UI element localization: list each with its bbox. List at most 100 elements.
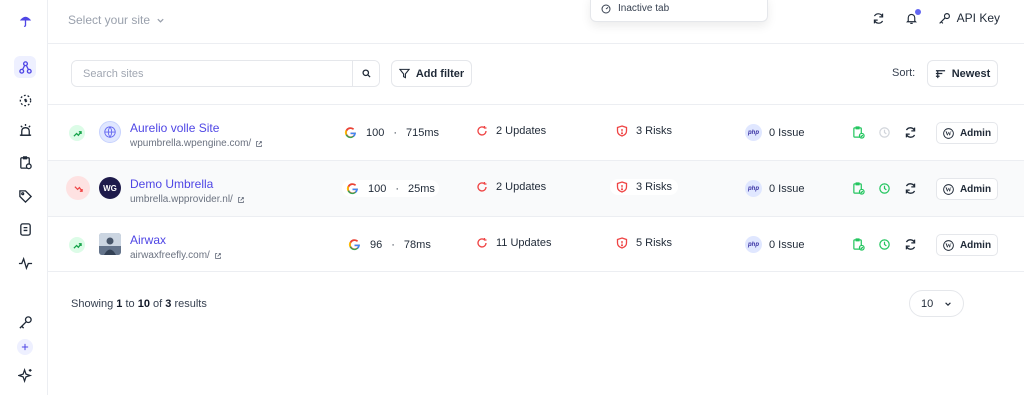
clipboard-check-icon[interactable] bbox=[852, 182, 865, 195]
sort-icon bbox=[935, 70, 945, 79]
sparkle-icon[interactable] bbox=[14, 364, 36, 386]
risks-status[interactable]: 3 Risks bbox=[616, 125, 672, 137]
notifications-button[interactable] bbox=[905, 8, 921, 25]
updates-status[interactable]: 2 Updates bbox=[476, 125, 546, 137]
clipboard-icon[interactable] bbox=[14, 151, 36, 173]
sync-icon[interactable] bbox=[904, 238, 917, 251]
update-icon bbox=[477, 126, 487, 136]
svg-text:W: W bbox=[945, 186, 952, 193]
site-url-link[interactable]: umbrella.wpprovider.nl/ bbox=[130, 194, 245, 205]
sort-label: Sort: bbox=[892, 67, 916, 79]
updates-status[interactable]: 2 Updates bbox=[476, 181, 546, 193]
trend-down-icon bbox=[66, 176, 90, 200]
external-link-icon bbox=[215, 252, 221, 259]
site-avatar: WG bbox=[99, 177, 121, 199]
php-status[interactable]: php 0 Issue bbox=[745, 236, 804, 253]
key-icon bbox=[938, 12, 950, 24]
sort-button[interactable]: Newest bbox=[927, 60, 998, 87]
performance-value: 96 bbox=[370, 238, 383, 251]
admin-button[interactable]: W Admin bbox=[936, 178, 998, 200]
monitor-icon[interactable] bbox=[14, 89, 36, 111]
total-count: 3 bbox=[165, 298, 172, 310]
search-input[interactable] bbox=[72, 61, 352, 86]
site-name-link[interactable]: Demo Umbrella bbox=[130, 177, 245, 191]
clipboard-check-icon[interactable] bbox=[852, 238, 865, 251]
site-select-label: Select your site bbox=[68, 13, 151, 27]
php-status[interactable]: php 0 Issue bbox=[745, 124, 804, 141]
sort-value: Newest bbox=[951, 67, 991, 80]
sites-network-icon[interactable] bbox=[14, 56, 36, 78]
of-label: of bbox=[153, 298, 163, 310]
risks-status[interactable]: 3 Risks bbox=[610, 179, 679, 195]
performance-score[interactable]: 100 · 25ms bbox=[342, 180, 439, 197]
admin-button[interactable]: W Admin bbox=[936, 234, 998, 256]
to-label: to bbox=[125, 298, 135, 310]
trend-up-icon bbox=[69, 125, 85, 141]
admin-label: Admin bbox=[959, 183, 992, 195]
risks-count: 3 Risks bbox=[636, 181, 673, 193]
refresh-button[interactable] bbox=[872, 12, 885, 25]
performance-value: 100 bbox=[366, 126, 385, 139]
performance-score[interactable]: 100 · 715ms bbox=[340, 124, 443, 141]
response-time: 715ms bbox=[406, 126, 440, 139]
admin-button[interactable]: W Admin bbox=[936, 122, 998, 144]
site-url-text: wpumbrella.wpengine.com/ bbox=[130, 138, 252, 149]
wordpress-icon: W bbox=[943, 239, 954, 251]
range-from: 1 bbox=[116, 298, 123, 310]
risks-count: 5 Risks bbox=[636, 237, 673, 249]
dropdown-item-label: Inactive tab bbox=[618, 3, 670, 14]
table-row[interactable]: Aurelio volle Site wpumbrella.wpengine.c… bbox=[48, 104, 1024, 160]
google-icon bbox=[344, 127, 356, 139]
umbrella-logo-icon[interactable] bbox=[14, 9, 36, 31]
updates-count: 2 Updates bbox=[496, 125, 547, 137]
sync-icon[interactable] bbox=[904, 182, 917, 195]
alert-icon[interactable] bbox=[14, 119, 36, 141]
performance-score[interactable]: 96 · 78ms bbox=[344, 236, 435, 253]
tag-icon[interactable] bbox=[14, 185, 36, 207]
svg-text:W: W bbox=[945, 130, 952, 137]
backup-icon[interactable] bbox=[14, 218, 36, 240]
response-time: 78ms bbox=[403, 238, 431, 251]
avatar-initials: WG bbox=[103, 183, 117, 193]
risks-count: 3 Risks bbox=[636, 125, 673, 137]
notification-dot bbox=[914, 8, 921, 15]
search-box bbox=[71, 60, 380, 87]
table-row[interactable]: Airwax airwaxfreefly.com/ 96 · 78ms 11 U… bbox=[48, 216, 1024, 272]
add-filter-label: Add filter bbox=[415, 67, 465, 80]
topbar: Select your site Inactive tab API Key bbox=[48, 0, 1024, 44]
table-row[interactable]: WG Demo Umbrella umbrella.wpprovider.nl/… bbox=[48, 160, 1024, 216]
api-key-button[interactable]: API Key bbox=[938, 11, 1000, 25]
dropdown-menu-item[interactable]: Inactive tab bbox=[590, 0, 768, 22]
admin-label: Admin bbox=[959, 127, 992, 139]
svg-text:W: W bbox=[945, 242, 952, 249]
updates-count: 2 Updates bbox=[496, 181, 547, 193]
range-to: 10 bbox=[137, 298, 150, 310]
backup-history-icon[interactable] bbox=[878, 238, 891, 251]
sync-icon[interactable] bbox=[904, 126, 917, 139]
api-key-label: API Key bbox=[956, 11, 1000, 25]
site-name-link[interactable]: Airwax bbox=[130, 233, 222, 247]
google-icon bbox=[346, 183, 358, 195]
sidebar bbox=[0, 0, 48, 395]
add-filter-button[interactable]: Add filter bbox=[391, 60, 472, 87]
site-url-link[interactable]: airwaxfreefly.com/ bbox=[130, 250, 222, 261]
site-name-link[interactable]: Aurelio volle Site bbox=[130, 121, 263, 135]
site-select[interactable]: Select your site bbox=[68, 13, 165, 27]
php-status[interactable]: php 0 Issue bbox=[745, 180, 804, 197]
site-url-link[interactable]: wpumbrella.wpengine.com/ bbox=[130, 138, 263, 149]
site-list: Aurelio volle Site wpumbrella.wpengine.c… bbox=[48, 104, 1024, 272]
per-page-select[interactable]: 10 bbox=[909, 290, 964, 317]
clipboard-check-icon[interactable] bbox=[852, 126, 865, 139]
key-icon[interactable] bbox=[14, 311, 36, 333]
backup-history-icon[interactable] bbox=[878, 182, 891, 195]
shield-alert-icon bbox=[616, 237, 628, 249]
wordpress-icon: W bbox=[943, 127, 954, 139]
updates-count: 11 Updates bbox=[496, 237, 552, 249]
activity-icon[interactable] bbox=[14, 252, 36, 274]
risks-status[interactable]: 5 Risks bbox=[616, 237, 672, 249]
search-button[interactable] bbox=[352, 61, 379, 86]
backup-history-icon[interactable] bbox=[878, 126, 891, 139]
add-icon[interactable] bbox=[17, 339, 33, 355]
results-summary: Showing 1 to 10 of 3 results bbox=[71, 298, 207, 310]
updates-status[interactable]: 11 Updates bbox=[476, 237, 551, 249]
